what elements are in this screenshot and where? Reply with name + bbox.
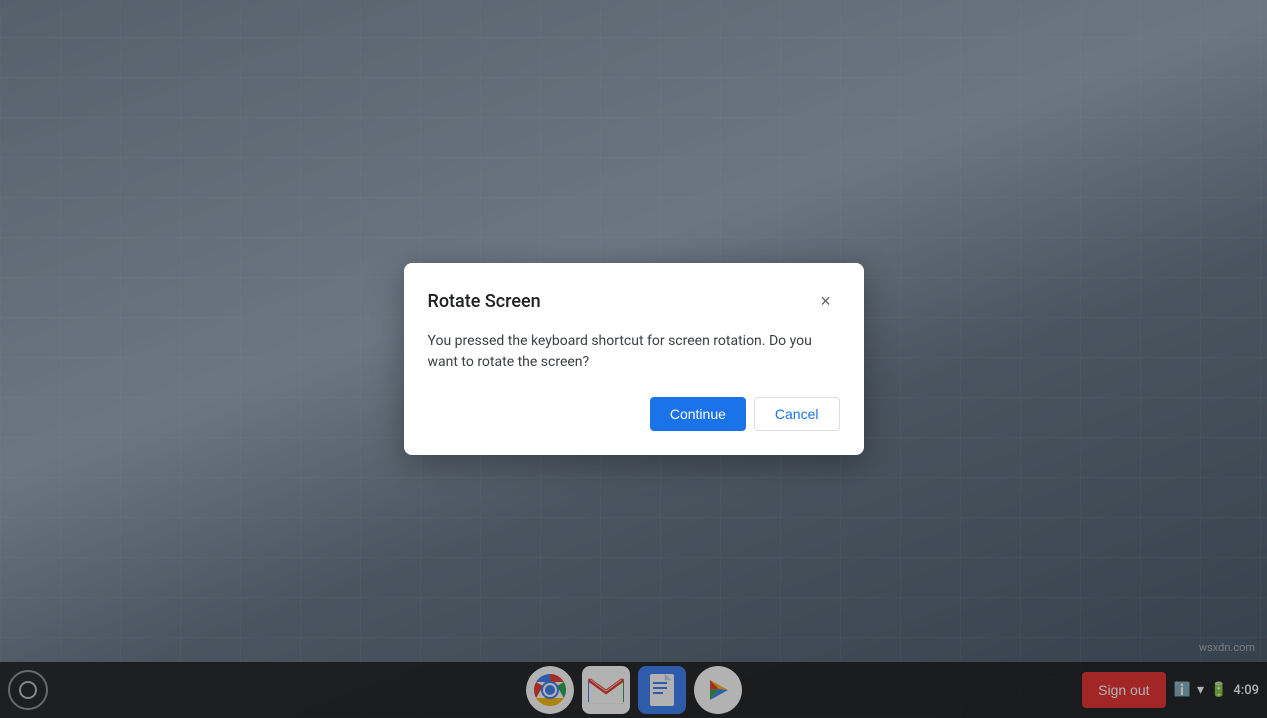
dialog-message: You pressed the keyboard shortcut for sc… <box>428 331 840 373</box>
rotate-screen-dialog: Rotate Screen × You pressed the keyboard… <box>404 263 864 455</box>
dialog-title: Rotate Screen <box>428 291 541 312</box>
cancel-button[interactable]: Cancel <box>754 397 840 431</box>
dialog-actions: Continue Cancel <box>428 397 840 431</box>
modal-overlay: Rotate Screen × You pressed the keyboard… <box>0 0 1267 718</box>
continue-button[interactable]: Continue <box>650 397 746 431</box>
dialog-header: Rotate Screen × <box>428 287 840 315</box>
dialog-close-button[interactable]: × <box>812 287 840 315</box>
